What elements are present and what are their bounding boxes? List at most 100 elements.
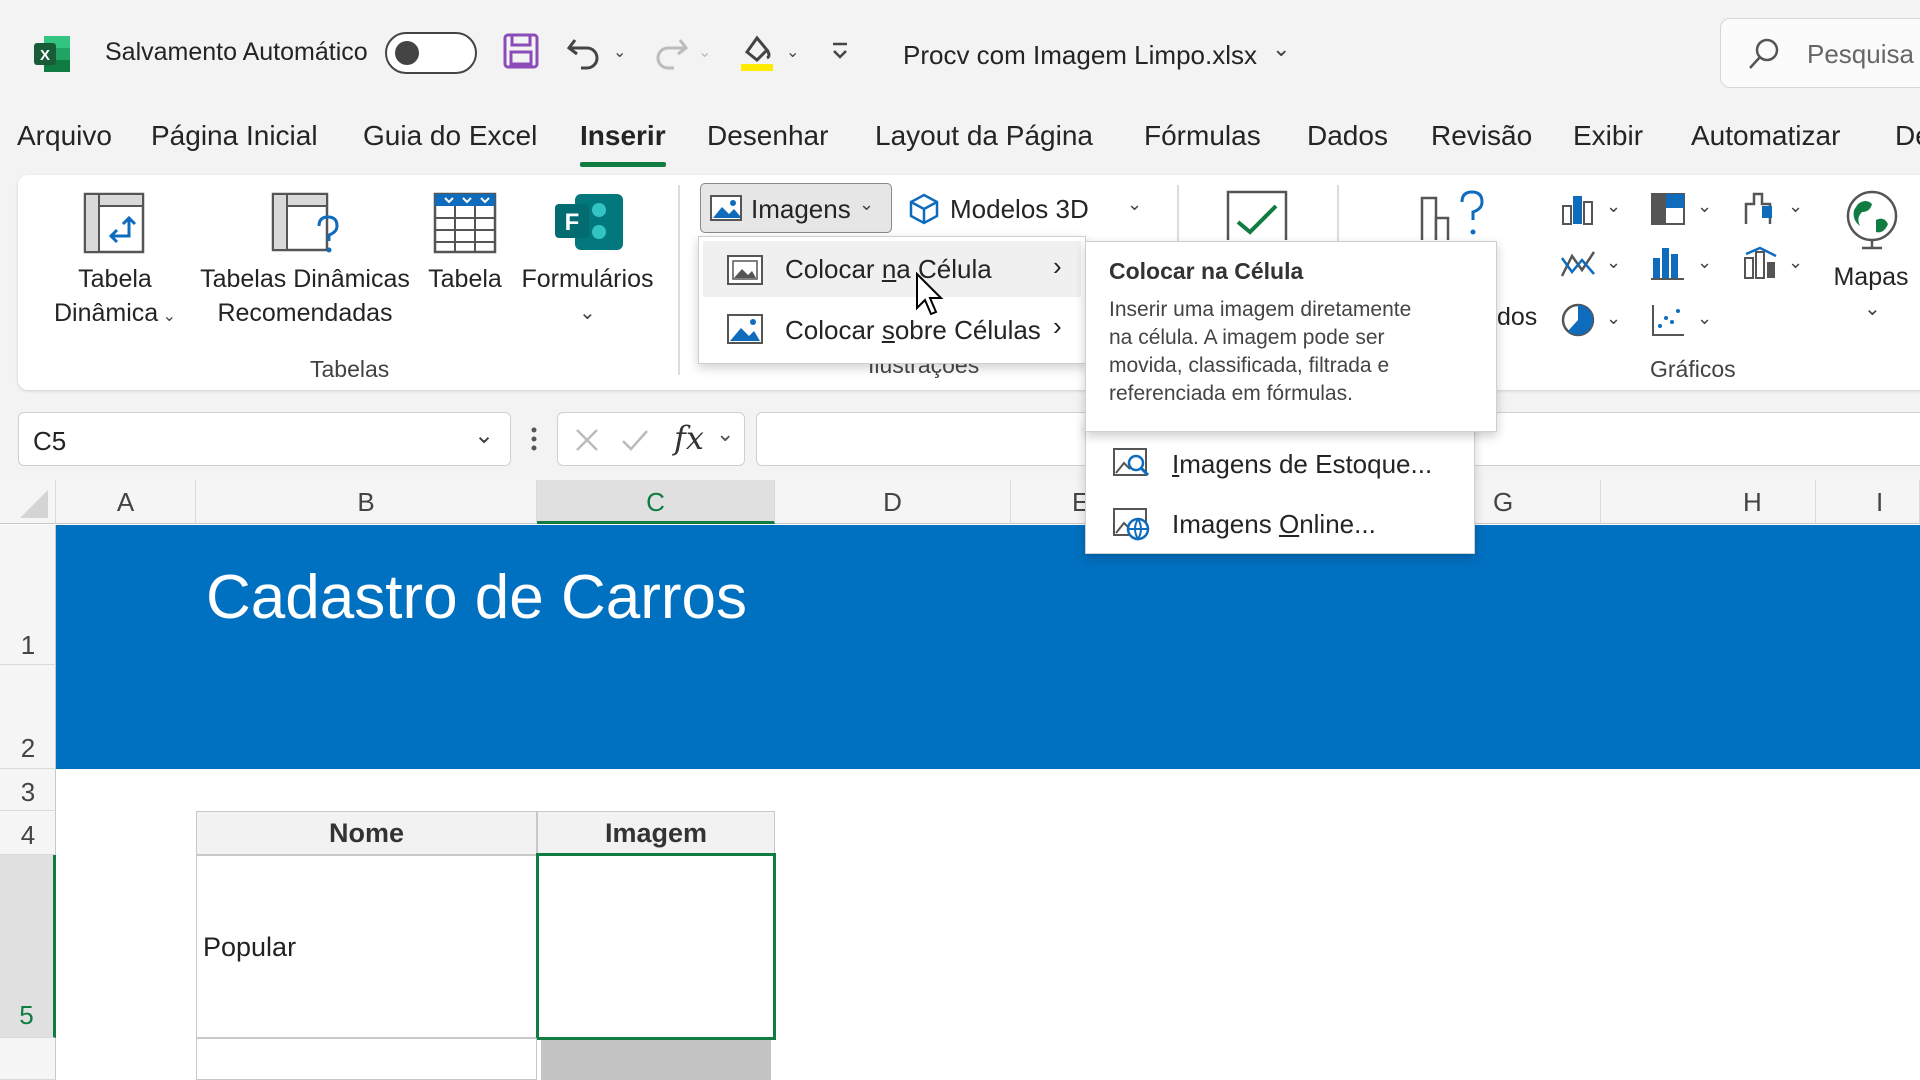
- cell-b6[interactable]: [196, 1038, 537, 1080]
- redo-chevron-icon[interactable]: ⌄: [698, 42, 711, 62]
- tab-formulas[interactable]: Fórmulas: [1144, 120, 1261, 152]
- banner-title[interactable]: Cadastro de Carros: [206, 562, 747, 633]
- waterfall-chart-icon[interactable]: [1742, 190, 1778, 226]
- tab-exibir[interactable]: Exibir: [1573, 120, 1643, 152]
- column-header-a[interactable]: A: [56, 480, 196, 524]
- cell-c5-selected[interactable]: [536, 853, 776, 1040]
- images-chevron-icon: ⌄: [859, 194, 875, 214]
- tab-dados[interactable]: Dados: [1307, 120, 1388, 152]
- recommended-pivot-icon: [271, 192, 343, 258]
- name-box[interactable]: C5 ⌄: [18, 412, 511, 466]
- column-header-h[interactable]: H: [1601, 480, 1816, 524]
- maps-button[interactable]: Mapas ⌄: [1822, 188, 1920, 338]
- column-header-i[interactable]: I: [1816, 480, 1920, 524]
- cell-b5[interactable]: Popular: [196, 855, 537, 1038]
- tab-inserir[interactable]: Inserir: [580, 120, 666, 152]
- column-chart-icon[interactable]: [1560, 192, 1596, 226]
- table-button[interactable]: Tabela: [420, 190, 510, 340]
- header-cell-imagem[interactable]: Imagem: [537, 811, 775, 855]
- row-header-5-label: 5: [19, 1000, 34, 1030]
- title-bar: X Salvamento Automático ⌄ ⌄ ⌄ Procv com …: [0, 0, 1920, 110]
- header-cell-nome[interactable]: Nome: [196, 811, 537, 855]
- redo-icon[interactable]: [650, 32, 690, 72]
- pie-chart-icon[interactable]: [1560, 302, 1596, 338]
- header-nome-text: Nome: [328, 818, 404, 848]
- menu-item-place-over-cells[interactable]: Colocar sobre Células ›: [703, 301, 1081, 357]
- online-images-label-post: nline...: [1299, 509, 1376, 539]
- images-dropdown-menu: Colocar na Célula › Colocar sobre Célula…: [698, 236, 1086, 364]
- hierarchy-chart-chevron-icon[interactable]: ⌄: [1697, 196, 1712, 217]
- place-in-cell-icon: [727, 255, 763, 285]
- table-label: Tabela: [428, 265, 502, 293]
- tab-desenhar[interactable]: Desenhar: [707, 120, 828, 152]
- statistic-chart-icon[interactable]: [1650, 246, 1686, 280]
- combo-chart-icon[interactable]: [1742, 244, 1780, 282]
- tab-arquivo[interactable]: Arquivo: [17, 120, 112, 152]
- row-header-3[interactable]: 3: [0, 769, 56, 811]
- file-menu-chevron-icon[interactable]: ⌄: [1272, 36, 1290, 62]
- waterfall-chart-chevron-icon[interactable]: ⌄: [1788, 196, 1803, 217]
- more-options-icon[interactable]: [530, 424, 538, 454]
- recommended-pivot-button[interactable]: Tabelas Dinâmicas Recomendadas: [195, 190, 415, 340]
- row-header-1[interactable]: 1: [0, 525, 56, 665]
- column-header-b[interactable]: B: [196, 480, 537, 524]
- row-header-2[interactable]: 2: [0, 665, 56, 769]
- menu-item-online-images[interactable]: Imagens Online...: [1090, 499, 1470, 549]
- forms-button[interactable]: F Formulários ⌄: [515, 190, 660, 340]
- menu-item-place-in-cell[interactable]: Colocar na Célula ›: [703, 241, 1081, 297]
- file-name[interactable]: Procv com Imagem Limpo.xlsx: [903, 40, 1257, 71]
- combo-chart-chevron-icon[interactable]: ⌄: [1788, 252, 1803, 273]
- customize-toolbar-icon[interactable]: [830, 40, 850, 64]
- tooltip-line-2: na célula. A imagem pode ser: [1109, 326, 1385, 349]
- pie-chart-chevron-icon[interactable]: ⌄: [1606, 308, 1621, 329]
- fill-color-chevron-icon[interactable]: ⌄: [786, 42, 799, 62]
- table-icon: [433, 192, 497, 254]
- place-over-cells-accel: s: [881, 315, 895, 345]
- hierarchy-chart-icon[interactable]: [1650, 192, 1686, 226]
- scatter-chart-chevron-icon[interactable]: ⌄: [1697, 308, 1712, 329]
- row-header-6[interactable]: [0, 1038, 56, 1080]
- column-header-d[interactable]: D: [775, 480, 1011, 524]
- tab-revisao[interactable]: Revisão: [1431, 120, 1532, 152]
- pivot-table-button[interactable]: Tabela Dinâmica ⌄: [40, 190, 190, 340]
- save-icon[interactable]: [502, 32, 540, 70]
- cell-c6[interactable]: [541, 1040, 771, 1080]
- recommended-charts-icon[interactable]: [1418, 188, 1488, 244]
- autosave-toggle[interactable]: [385, 32, 477, 74]
- scatter-chart-icon[interactable]: [1650, 302, 1686, 338]
- tooltip: Colocar na Célula Inserir uma imagem dir…: [1085, 241, 1497, 432]
- submenu-arrow-icon: ›: [1053, 251, 1062, 281]
- row-header-4[interactable]: 4: [0, 811, 56, 855]
- images-button[interactable]: Imagens ⌄: [700, 183, 892, 233]
- tab-desenvolvedor[interactable]: De: [1895, 120, 1920, 152]
- column-header-c[interactable]: C: [537, 480, 775, 524]
- select-all-corner[interactable]: [0, 480, 56, 524]
- column-chart-chevron-icon[interactable]: ⌄: [1606, 196, 1621, 217]
- formula-expand-chevron-icon[interactable]: ⌄: [716, 421, 734, 447]
- search-box[interactable]: Pesquisa: [1720, 18, 1920, 88]
- statistic-chart-chevron-icon[interactable]: ⌄: [1697, 252, 1712, 273]
- tab-pagina-inicial[interactable]: Página Inicial: [151, 120, 318, 152]
- insert-function-icon[interactable]: fx: [674, 419, 704, 457]
- cancel-icon[interactable]: [574, 427, 600, 453]
- tab-automatizar[interactable]: Automatizar: [1691, 120, 1840, 152]
- tooltip-line-1: Inserir uma imagem diretamente: [1109, 298, 1412, 321]
- tab-layout-da-pagina[interactable]: Layout da Página: [875, 120, 1093, 152]
- undo-icon[interactable]: [565, 32, 605, 72]
- place-over-cells-icon: [727, 314, 763, 344]
- tab-guia-do-excel[interactable]: Guia do Excel: [363, 120, 537, 152]
- image-source-submenu: Imagens de Estoque... Imagens Online...: [1085, 420, 1475, 554]
- row-header-5[interactable]: 5: [0, 855, 56, 1038]
- charts-group-label: Gráficos: [1650, 356, 1736, 382]
- mouse-cursor-icon: [915, 271, 945, 320]
- illustrations-group-label-clip: Ilustrações: [860, 364, 1000, 384]
- models-3d-button[interactable]: Modelos 3D ⌄: [905, 186, 1145, 232]
- undo-chevron-icon[interactable]: ⌄: [613, 42, 626, 62]
- name-box-chevron-icon[interactable]: ⌄: [474, 421, 494, 450]
- line-chart-icon[interactable]: [1560, 248, 1596, 280]
- checkbox-icon[interactable]: [1226, 190, 1288, 250]
- enter-icon[interactable]: [620, 427, 650, 453]
- menu-item-stock-images[interactable]: Imagens de Estoque...: [1090, 439, 1470, 489]
- fill-color-icon[interactable]: [737, 30, 777, 72]
- line-chart-chevron-icon[interactable]: ⌄: [1606, 252, 1621, 273]
